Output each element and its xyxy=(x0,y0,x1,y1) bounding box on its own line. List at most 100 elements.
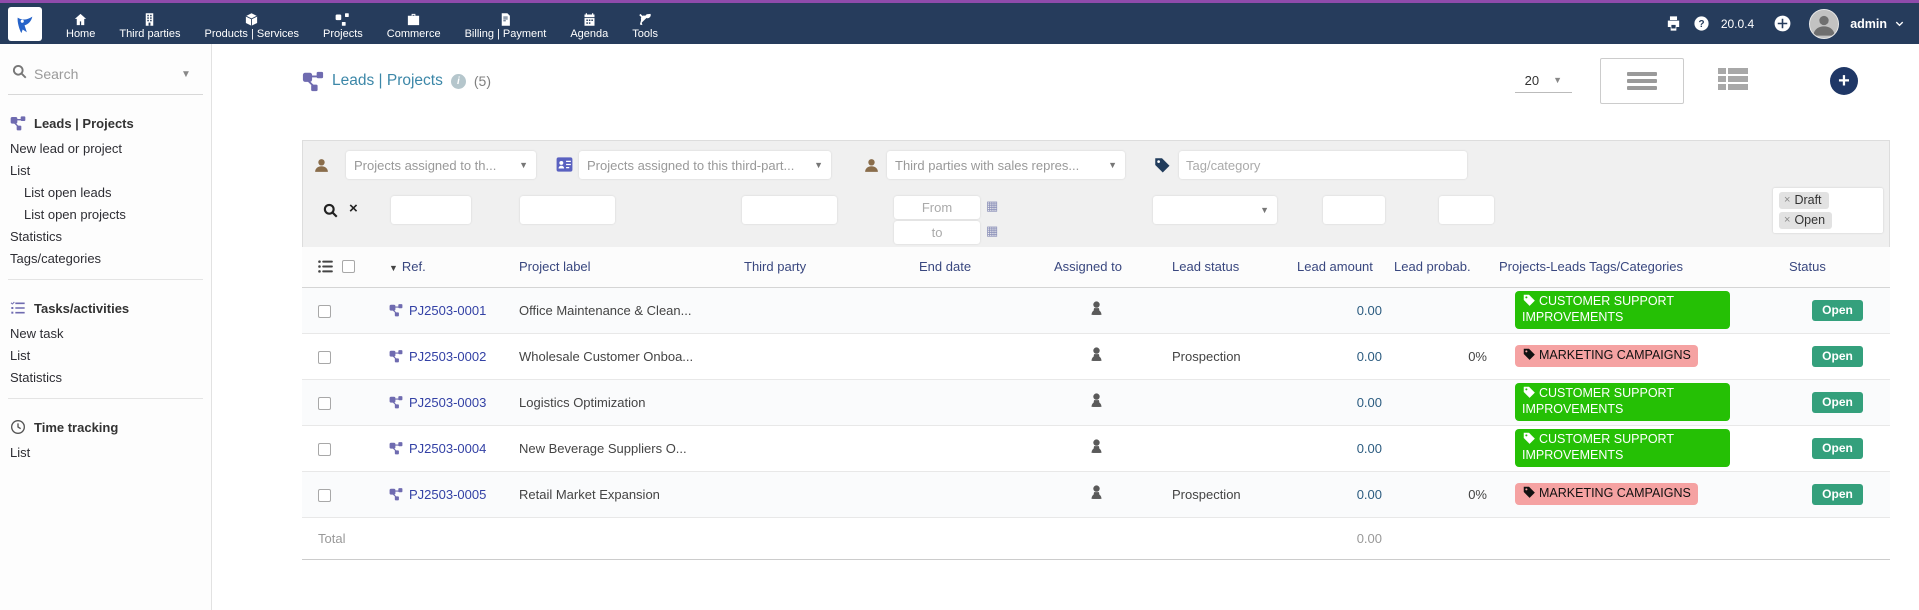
top-menu-label: Commerce xyxy=(386,28,441,40)
column-header-lead-status[interactable]: Lead status xyxy=(1168,247,1293,288)
quick-add-icon[interactable] xyxy=(1773,14,1792,33)
help-icon[interactable]: ? xyxy=(1693,15,1710,32)
third-party-cell xyxy=(740,379,915,426)
project-ref-link[interactable]: PJ2503-0002 xyxy=(409,349,486,364)
ref-filter-input[interactable] xyxy=(391,196,471,224)
sidebar-section-tasks-activities[interactable]: Tasks/activities xyxy=(8,296,203,322)
row-select-checkbox[interactable] xyxy=(318,488,331,502)
top-menu-third-parties[interactable]: Third parties xyxy=(117,8,182,44)
search-scope-caret-icon[interactable]: ▼ xyxy=(181,69,191,80)
project-ref-link[interactable]: PJ2503-0001 xyxy=(409,303,486,318)
select-all-checkbox[interactable] xyxy=(342,260,355,274)
page-size-select[interactable]: 20 ▼ xyxy=(1514,70,1572,93)
status-chip-draft[interactable]: × Draft xyxy=(1779,192,1829,209)
date-to-input[interactable] xyxy=(894,221,980,244)
sidebar-item-statistics[interactable]: Statistics xyxy=(8,366,203,388)
column-header-lead-probab-[interactable]: Lead probab. xyxy=(1390,247,1495,288)
top-menu-commerce[interactable]: Commerce xyxy=(385,8,443,44)
lead-status-cell: Prospection xyxy=(1168,333,1293,380)
column-header-end-date[interactable]: End date xyxy=(915,247,1050,288)
user-icon xyxy=(313,157,330,179)
list-view-button[interactable] xyxy=(1600,58,1684,104)
home-icon xyxy=(75,13,87,26)
date-from-input[interactable] xyxy=(894,196,980,219)
sidebar-item-list-open-leads[interactable]: List open leads xyxy=(8,181,203,203)
end-date-cell xyxy=(915,425,1050,472)
assigned-user-filter[interactable]: Projects assigned to th... ▼ xyxy=(346,151,536,179)
top-menu-home[interactable]: Home xyxy=(64,8,97,44)
top-menu-label: Agenda xyxy=(570,28,609,40)
status-chip-open[interactable]: × Open xyxy=(1779,212,1833,229)
info-icon[interactable]: i xyxy=(450,73,466,89)
lead-probab-cell xyxy=(1390,287,1495,334)
status-filter-multiselect[interactable]: × Draft × Open xyxy=(1773,188,1883,233)
project-ref-link[interactable]: PJ2503-0005 xyxy=(409,487,486,502)
sidebar-item-new-task[interactable]: New task xyxy=(8,322,203,344)
top-menu-agenda[interactable]: Agenda xyxy=(568,8,610,44)
create-new-button[interactable]: + xyxy=(1830,67,1858,95)
assigned-user-icon xyxy=(1091,393,1102,407)
print-icon[interactable] xyxy=(1665,15,1682,32)
clear-filters-icon[interactable]: × xyxy=(349,200,358,217)
table-row: PJ2503-0003 Logistics Optimization 0.00 CUS… xyxy=(302,379,1890,426)
search-submit-icon[interactable] xyxy=(323,203,338,223)
remove-chip-icon[interactable]: × xyxy=(1784,214,1790,226)
label-filter-input[interactable] xyxy=(520,196,615,224)
top-menu-billing-payment[interactable]: Billing | Payment xyxy=(463,8,549,44)
sidebar-section-leads-projects[interactable]: Leads | Projects xyxy=(8,111,203,137)
sidebar-item-list[interactable]: List xyxy=(8,159,203,181)
top-menu: Home Third parties Products | Services Proj… xyxy=(64,3,660,44)
user-icon xyxy=(863,157,880,179)
sidebar-item-list[interactable]: List xyxy=(8,344,203,366)
lead-status-filter[interactable]: ▼ xyxy=(1153,196,1277,224)
sidebar-item-list-open-projects[interactable]: List open projects xyxy=(8,203,203,225)
calendar-icon[interactable]: ▦ xyxy=(986,223,998,239)
project-ref-link[interactable]: PJ2503-0003 xyxy=(409,395,486,410)
app-logo[interactable] xyxy=(8,6,42,41)
column-header-projects-leads-tags-categories[interactable]: Projects-Leads Tags/Categories xyxy=(1495,247,1785,288)
box-icon xyxy=(245,13,258,26)
lead-status-cell: Prospection xyxy=(1168,471,1293,518)
chevron-down-icon[interactable] xyxy=(1894,18,1905,29)
project-ref-link[interactable]: PJ2503-0004 xyxy=(409,441,486,456)
clock-icon xyxy=(11,420,25,434)
tag-category-input[interactable] xyxy=(1179,151,1467,179)
avatar[interactable] xyxy=(1809,8,1840,39)
remove-chip-icon[interactable]: × xyxy=(1784,194,1790,206)
calendar-icon[interactable]: ▦ xyxy=(986,198,998,214)
column-header-project-label[interactable]: Project label xyxy=(515,247,740,288)
sidebar-item-statistics[interactable]: Statistics xyxy=(8,225,203,247)
lead-probab-filter-input[interactable] xyxy=(1439,196,1494,224)
column-header-third-party[interactable]: Third party xyxy=(740,247,915,288)
top-menu-tools[interactable]: Tools xyxy=(630,8,660,44)
top-menu-projects[interactable]: Projects xyxy=(321,8,365,44)
row-select-checkbox[interactable] xyxy=(318,396,331,410)
column-header-ref-[interactable]: ▼ Ref. xyxy=(385,247,515,288)
row-select-checkbox[interactable] xyxy=(318,304,331,318)
column-header-status[interactable]: Status xyxy=(1785,247,1890,288)
lead-amount-filter-input[interactable] xyxy=(1323,196,1385,224)
project-label: Wholesale Customer Onboa... xyxy=(515,333,740,380)
column-header-lead-amount[interactable]: Lead amount xyxy=(1293,247,1390,288)
assigned-thirdparty-filter[interactable]: Projects assigned to this third-part... ▼ xyxy=(579,151,831,179)
sidebar-item-new-lead-or-project[interactable]: New lead or project xyxy=(8,137,203,159)
column-header-assigned-to[interactable]: Assigned to xyxy=(1050,247,1168,288)
sidebar-section-time-tracking[interactable]: Time tracking xyxy=(8,415,203,441)
search-input[interactable] xyxy=(34,66,174,82)
project-label: Retail Market Expansion xyxy=(515,471,740,518)
table-row: PJ2503-0004 New Beverage Suppliers O... 0.… xyxy=(302,425,1890,472)
thirdparty-filter-input[interactable] xyxy=(742,196,837,224)
columns-selector-icon[interactable] xyxy=(318,260,333,273)
row-select-checkbox[interactable] xyxy=(318,350,331,364)
kanban-view-button[interactable] xyxy=(1718,67,1748,96)
tag-icon xyxy=(1523,486,1535,499)
assigned-to-cell xyxy=(1050,425,1168,472)
calendar-icon xyxy=(584,13,595,26)
top-menu-products-services[interactable]: Products | Services xyxy=(202,8,301,44)
sidebar-item-list[interactable]: List xyxy=(8,441,203,463)
sidebar-item-tags-categories[interactable]: Tags/categories xyxy=(8,247,203,269)
row-select-checkbox[interactable] xyxy=(318,442,331,456)
user-menu[interactable]: admin xyxy=(1850,17,1887,31)
project-icon xyxy=(302,71,324,92)
sales-rep-filter[interactable]: Third parties with sales repres... ▼ xyxy=(887,151,1125,179)
